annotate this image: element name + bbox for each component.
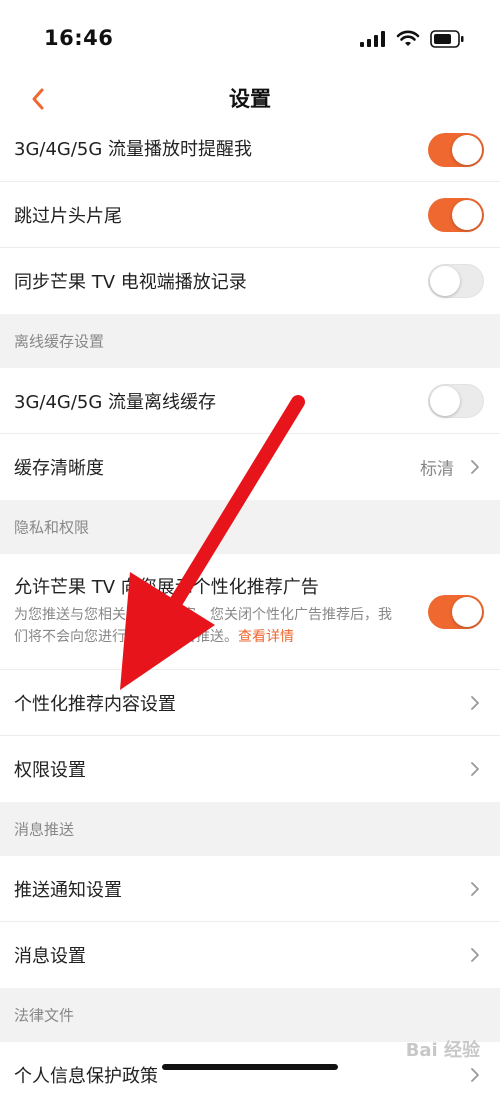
personalized-ads-desc-text: 为您推送与您相关的广告内容，您关闭个性化广告推荐后，我们将不会向您进行精准的广告…	[14, 607, 392, 645]
row-label: 3G/4G/5G 流量播放时提醒我	[14, 139, 253, 160]
row-cache-quality[interactable]: 缓存清晰度 标清	[0, 434, 500, 500]
section-header-offline: 离线缓存设置	[0, 314, 500, 368]
row-label: 跳过片头片尾	[14, 205, 122, 227]
signal-icon	[360, 31, 385, 47]
chevron-right-icon	[471, 460, 479, 474]
cache-quality-value: 标清	[420, 459, 454, 480]
personalized-ads-description: 为您推送与您相关的广告内容，您关闭个性化广告推荐后，我们将不会向您进行精准的广告…	[14, 604, 404, 648]
row-label: 同步芒果 TV 电视端播放记录	[14, 272, 247, 293]
wifi-icon	[396, 30, 420, 46]
row-label: 推送通知设置	[14, 879, 122, 901]
status-time: 16:46	[44, 26, 114, 50]
section-label: 隐私和权限	[14, 518, 90, 537]
section-label: 消息推送	[14, 820, 75, 839]
row-label: 缓存清晰度	[14, 458, 104, 479]
section-header-legal: 法律文件	[0, 988, 500, 1042]
chevron-right-icon	[471, 695, 479, 710]
row-message-settings[interactable]: 消息设置	[0, 922, 500, 988]
toggle-personalized-ads[interactable]	[428, 594, 484, 629]
row-label: 权限设置	[14, 760, 86, 781]
view-details-link[interactable]: 查看详情	[238, 629, 294, 645]
home-indicator[interactable]	[162, 1064, 338, 1070]
status-bar: 16:46	[0, 0, 500, 76]
settings-list: 3G/4G/5G 流量播放时提醒我 跳过片头片尾 同步芒果 TV 电视端播放记录…	[0, 126, 500, 1108]
toggle-skip-intro-outro[interactable]	[428, 197, 484, 232]
toggle-sync-tv-history[interactable]	[428, 264, 484, 298]
row-cellular-playback-reminder[interactable]: 3G/4G/5G 流量播放时提醒我	[0, 126, 500, 182]
row-sync-tv-history[interactable]: 同步芒果 TV 电视端播放记录	[0, 248, 500, 314]
toggle-cellular-playback-reminder[interactable]	[428, 133, 484, 167]
row-cellular-offline-cache[interactable]: 3G/4G/5G 流量离线缓存	[0, 368, 500, 434]
navigation-bar: 设置	[0, 76, 500, 126]
battery-icon	[430, 30, 464, 48]
chevron-right-icon	[471, 881, 479, 896]
page-title: 设置	[229, 87, 271, 111]
baidu-watermark: Bai 经验	[405, 1040, 480, 1061]
section-header-push: 消息推送	[0, 802, 500, 856]
row-push-notification[interactable]: 推送通知设置	[0, 856, 500, 922]
section-label: 法律文件	[14, 1006, 75, 1025]
row-personalized-recommendation[interactable]: 个性化推荐内容设置	[0, 670, 500, 736]
row-permission-settings[interactable]: 权限设置	[0, 736, 500, 802]
row-label: 个性化推荐内容设置	[14, 693, 176, 715]
toggle-cellular-offline-cache[interactable]	[428, 383, 484, 418]
section-label: 离线缓存设置	[14, 332, 105, 351]
chevron-right-icon	[471, 762, 479, 776]
row-personalized-ads[interactable]: 允许芒果 TV 向您展示个性化推荐广告 为您推送与您相关的广告内容，您关闭个性化…	[0, 554, 500, 670]
chevron-right-icon	[471, 948, 479, 962]
row-label: 3G/4G/5G 流量离线缓存	[14, 391, 217, 413]
row-skip-intro-outro[interactable]: 跳过片头片尾	[0, 182, 500, 248]
status-icons	[360, 30, 464, 48]
chevron-right-icon	[471, 1068, 479, 1082]
row-label: 消息设置	[14, 946, 86, 967]
personalized-ads-title: 允许芒果 TV 向您展示个性化推荐广告	[14, 577, 319, 598]
row-label: 个人信息保护政策	[14, 1066, 158, 1087]
section-header-privacy: 隐私和权限	[0, 500, 500, 554]
